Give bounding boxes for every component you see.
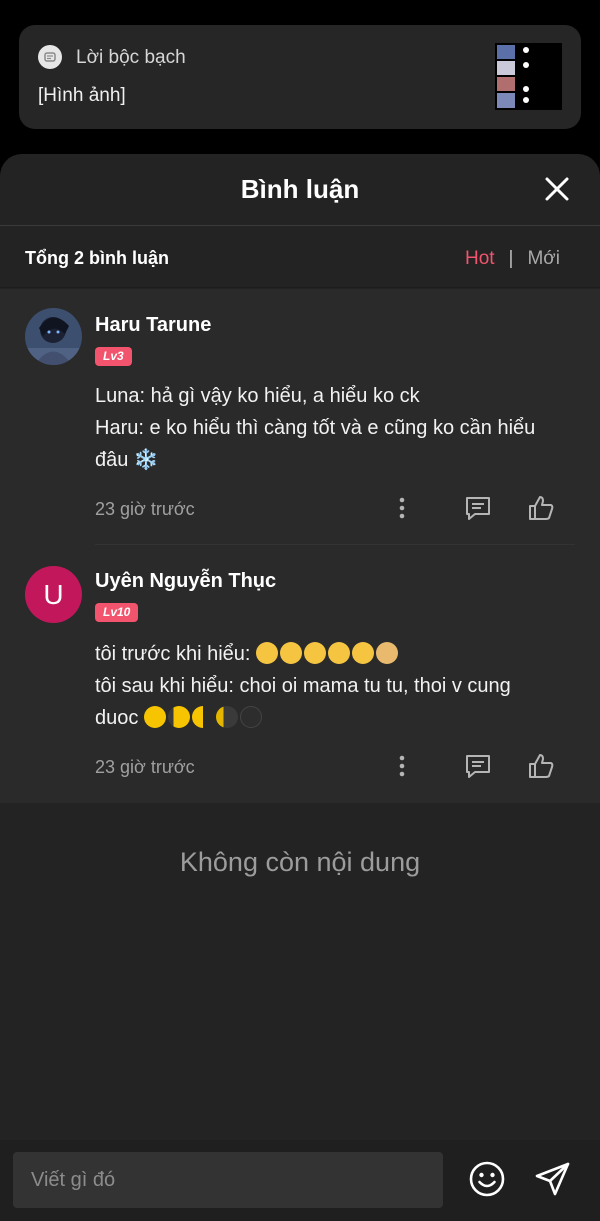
raised-eyebrow-emoji-icon <box>256 642 279 664</box>
comment-count-bar: Tổng 2 bình luận Hot | Mới <box>0 226 600 288</box>
exploding-head-emoji-icon <box>376 642 399 664</box>
full-moon-emoji-icon <box>143 706 166 728</box>
comment-line: duoc <box>95 702 570 734</box>
notification-app-name: Lời bộc bạch <box>76 47 186 68</box>
sort-new-tab[interactable]: Mới <box>527 248 560 269</box>
no-more-content-text: Không còn nội dung <box>179 847 421 877</box>
comment-text: Luna: hả gì vậy ko hiểu, a hiểu ko ck Ha… <box>95 380 570 476</box>
level-badge: Lv10 <box>95 603 139 622</box>
comment-input-bar <box>0 1140 600 1221</box>
reply-icon[interactable] <box>463 751 493 781</box>
comment-line: tôi trước khi hiểu: <box>95 638 570 670</box>
sort-hot-tab[interactable]: Hot <box>465 248 495 269</box>
more-options-icon[interactable] <box>387 751 417 781</box>
comment-divider <box>95 544 575 545</box>
commenter-name[interactable]: Uyên Nguyễn Thục <box>95 570 276 593</box>
sort-tabs: Hot | Mới <box>465 248 560 270</box>
comment-line: tôi sau khi hiểu: choi oi mama tu tu, th… <box>95 675 511 697</box>
avatar[interactable] <box>25 308 82 365</box>
comment-line-text: tôi trước khi hiểu: <box>95 643 257 665</box>
sort-separator: | <box>508 248 514 269</box>
like-icon[interactable] <box>526 493 556 523</box>
waxing-gibbous-moon-emoji-icon <box>167 706 190 728</box>
notification-thumbnail <box>495 43 562 110</box>
comment-line: Luna: hả gì vậy ko hiểu, a hiểu ko ck <box>95 385 420 407</box>
notification-card[interactable]: Lời bộc bạch [Hình ảnh] <box>19 25 581 129</box>
more-options-icon[interactable] <box>387 493 417 523</box>
smiley-icon[interactable] <box>468 1160 506 1198</box>
level-badge: Lv3 <box>95 347 132 366</box>
comment-count: Tổng 2 bình luận <box>25 248 169 268</box>
commenter-name[interactable]: Haru Tarune <box>95 314 211 337</box>
comment-line: đâu ❄️ <box>95 449 159 471</box>
monocle-face-emoji-icon <box>304 642 327 664</box>
avatar[interactable]: U <box>25 566 82 623</box>
comment-list: Haru Tarune Lv3 Luna: hả gì vậy ko hiểu,… <box>0 289 600 803</box>
like-icon[interactable] <box>526 751 556 781</box>
message-bubble-icon <box>38 45 62 69</box>
notification-body: [Hình ảnh] <box>38 85 126 106</box>
comment-line: Haru: e ko hiểu thì càng tốt và e cũng k… <box>95 417 536 439</box>
monocle-face-emoji-icon <box>328 642 351 664</box>
monocle-face-emoji-icon <box>352 642 375 664</box>
comment-time: 23 giờ trước <box>95 499 195 519</box>
sheet-title: Bình luận <box>240 174 360 204</box>
send-icon[interactable] <box>534 1160 572 1198</box>
waxing-crescent-moon-emoji-icon <box>215 706 238 728</box>
comment-text: tôi trước khi hiểu: tôi sau khi hiểu: ch… <box>95 638 570 734</box>
comment-line-text: duoc <box>95 707 144 729</box>
comment-time: 23 giờ trước <box>95 757 195 777</box>
close-icon[interactable] <box>542 174 572 204</box>
new-moon-emoji-icon <box>239 706 262 728</box>
reply-icon[interactable] <box>463 493 493 523</box>
thumbnail-image <box>495 43 562 110</box>
first-quarter-moon-emoji-icon <box>191 706 214 728</box>
raised-eyebrow-emoji-icon <box>280 642 303 664</box>
comment-input[interactable] <box>13 1152 443 1208</box>
comments-sheet: Bình luận Tổng 2 bình luận Hot | Mới Har… <box>0 154 600 1221</box>
sheet-header: Bình luận <box>0 154 600 226</box>
